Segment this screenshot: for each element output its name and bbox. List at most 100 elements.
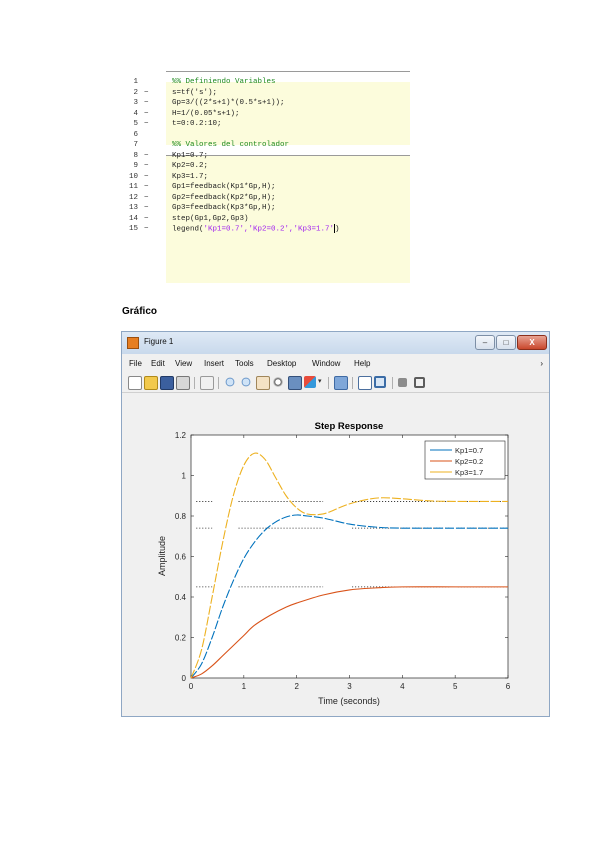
brush-icon[interactable] — [304, 376, 316, 388]
breakpoint-marker[interactable]: − — [144, 119, 149, 130]
x-tick-label: 2 — [294, 682, 299, 691]
code-line: 15− legend('Kp1=0.7','Kp2=0.2','Kp3=1.7') — [122, 224, 410, 235]
rotate-3d-icon[interactable] — [272, 376, 284, 388]
line-number: 5 — [133, 120, 138, 128]
menu-help[interactable]: Help — [354, 359, 370, 368]
brush-dropdown-icon[interactable]: ▾ — [318, 376, 324, 388]
code-text[interactable]: Gp=3/((2*s+1)*(0.5*s+1)); — [172, 98, 285, 109]
breakpoint-marker[interactable]: − — [144, 203, 149, 214]
code-line: 12− Gp2=feedback(Kp2*Gp,H); — [122, 193, 410, 204]
y-axis-label: Amplitude — [157, 536, 167, 576]
minimize-button[interactable]: – — [475, 335, 495, 350]
menu-window[interactable]: Window — [312, 359, 340, 368]
code-text[interactable]: Gp2=feedback(Kp2*Gp,H); — [172, 193, 276, 204]
zoom-in-icon[interactable] — [224, 376, 236, 388]
code-line: 3− Gp=3/((2*s+1)*(0.5*s+1)); — [122, 98, 410, 109]
matlab-icon — [127, 337, 139, 349]
print-icon[interactable] — [176, 376, 190, 390]
breakpoint-marker[interactable]: − — [144, 172, 149, 183]
line-number: 7 — [133, 141, 138, 149]
code-text[interactable]: legend('Kp1=0.7','Kp2=0.2','Kp3=1.7') — [172, 224, 340, 235]
code-text[interactable]: Kp3=1.7; — [172, 172, 208, 183]
line-number: 3 — [133, 99, 138, 107]
toolbar-separator — [352, 377, 353, 389]
line-number: 14 — [128, 214, 138, 223]
breakpoint-marker[interactable]: − — [144, 193, 149, 204]
breakpoint-marker[interactable]: − — [144, 224, 149, 235]
code-comment[interactable]: %% Definiendo Variables — [172, 77, 276, 88]
breakpoint-marker[interactable]: − — [144, 88, 149, 99]
new-figure-icon[interactable] — [128, 376, 142, 390]
save-icon[interactable] — [160, 376, 174, 390]
code-text[interactable]: Kp1=0.7; — [172, 151, 208, 162]
line-number: 1 — [133, 78, 138, 86]
x-tick-label: 5 — [453, 682, 458, 691]
code-token: %% Definiendo Variables — [172, 78, 276, 86]
figure-window: Figure 1 – □ X File Edit View Insert Too… — [121, 331, 550, 717]
menu-view[interactable]: View — [175, 359, 192, 368]
pan-icon[interactable] — [256, 376, 270, 390]
menu-desktop[interactable]: Desktop — [267, 359, 296, 368]
hide-plot-tools-icon[interactable] — [398, 378, 407, 387]
close-button[interactable]: X — [517, 335, 547, 350]
breakpoint-marker[interactable]: − — [144, 182, 149, 193]
breakpoint-marker[interactable]: − — [144, 151, 149, 162]
code-token: s=tf('s'); — [172, 88, 218, 97]
maximize-button[interactable]: □ — [496, 335, 516, 350]
menu-insert[interactable]: Insert — [204, 359, 224, 368]
line-number: 6 — [133, 130, 138, 139]
code-string: 'Kp1=0.7','Kp2=0.2','Kp3=1.7' — [203, 225, 335, 234]
code-text[interactable]: Kp2=0.2; — [172, 161, 208, 172]
menu-overflow-arrow[interactable]: › — [540, 359, 543, 368]
data-cursor-icon[interactable] — [288, 376, 302, 390]
breakpoint-marker[interactable]: − — [144, 161, 149, 172]
open-file-icon[interactable] — [144, 376, 158, 390]
edit-plot-icon[interactable] — [200, 376, 214, 390]
legend-entry: Kp2=0.2 — [455, 457, 483, 466]
legend-entry: Kp1=0.7 — [455, 446, 483, 455]
y-tick-label: 0 — [182, 674, 187, 683]
legend-icon[interactable] — [374, 376, 386, 388]
code-text[interactable]: step(Gp1,Gp2,Gp3) — [172, 214, 249, 225]
section-heading: Gráfico — [122, 306, 158, 317]
breakpoint-marker[interactable]: − — [144, 214, 149, 225]
code-text[interactable]: H=1/(0.05*s+1); — [172, 109, 240, 120]
code-token: legend( — [172, 225, 204, 234]
code-line: 13− Gp3=feedback(Kp3*Gp,H); — [122, 203, 410, 214]
step-response-chart[interactable]: Step Response Time (seconds) Amplitude 0… — [123, 394, 549, 716]
code-comment[interactable]: %% Valores del controlador — [172, 140, 289, 151]
x-tick-label: 0 — [189, 682, 194, 691]
code-text[interactable]: Gp1=feedback(Kp1*Gp,H); — [172, 182, 276, 193]
menu-edit[interactable]: Edit — [151, 359, 165, 368]
code-text[interactable]: Gp3=feedback(Kp3*Gp,H); — [172, 203, 276, 214]
code-token: t=0:0.2:10; — [172, 120, 222, 128]
zoom-out-icon[interactable] — [240, 376, 252, 388]
code-line: 11− Gp1=feedback(Kp1*Gp,H); — [122, 182, 410, 193]
code-line: 1 %% Definiendo Variables — [122, 77, 410, 88]
menu-tools[interactable]: Tools — [235, 359, 254, 368]
colorbar-icon[interactable] — [358, 376, 372, 390]
code-text[interactable]: s=tf('s'); — [172, 88, 217, 99]
code-token: Gp2=feedback(Kp2*Gp,H); — [172, 193, 276, 202]
line-number: 2 — [133, 88, 138, 97]
x-tick-label: 4 — [400, 682, 405, 691]
code-line: 9− Kp2=0.2; — [122, 161, 410, 172]
toolbar-separator — [328, 377, 329, 389]
link-plot-icon[interactable] — [334, 376, 348, 390]
code-line: 5− t=0:0.2:10; — [122, 119, 410, 130]
x-tick-label: 1 — [242, 682, 247, 691]
code-line: 10− Kp3=1.7; — [122, 172, 410, 183]
line-number: 8 — [133, 151, 138, 160]
show-plot-tools-icon[interactable] — [414, 377, 425, 388]
line-number: 11 — [128, 183, 138, 191]
y-tick-label: 0.8 — [175, 512, 187, 521]
code-line: 7 %% Valores del controlador — [122, 140, 410, 151]
toolbar-separator — [218, 377, 219, 389]
menu-file[interactable]: File — [129, 359, 142, 368]
breakpoint-marker[interactable]: − — [144, 109, 149, 120]
code-text[interactable]: t=0:0.2:10; — [172, 119, 222, 130]
breakpoint-marker[interactable]: − — [144, 98, 149, 109]
code-line: 6 — [122, 130, 410, 141]
toolbar: ▾ — [122, 374, 549, 393]
x-axis-label: Time (seconds) — [318, 696, 380, 706]
